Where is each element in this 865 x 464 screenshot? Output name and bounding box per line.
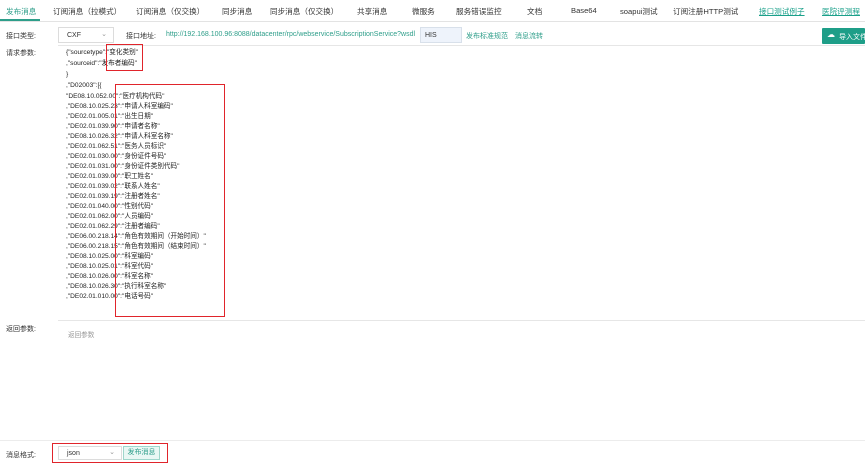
message-format-value: json	[67, 450, 80, 457]
tab-shared-message[interactable]: 共享消息	[357, 6, 387, 17]
tab-sync-exchange[interactable]: 同步消息（仅交换）	[270, 6, 338, 17]
tab-microservice[interactable]: 微服务	[412, 6, 435, 17]
active-tab-indicator	[0, 19, 40, 21]
interface-address-url[interactable]: http://192.168.100.96:8088/datacenter/rp…	[166, 31, 415, 38]
spec-link[interactable]: 发布标准规范	[466, 31, 508, 41]
tab-base64[interactable]: Base64	[571, 6, 597, 15]
response-params-textarea[interactable]: 返回参数	[58, 320, 865, 436]
tab-subscribe-exchange[interactable]: 订阅消息（仅交换）	[136, 6, 204, 17]
his-input[interactable]	[420, 27, 462, 43]
request-params-label: 请求参数:	[6, 50, 36, 57]
bottom-divider	[0, 440, 865, 441]
interface-type-select[interactable]: CXF ⌄	[58, 27, 114, 43]
import-file-label: 导入文件	[839, 34, 865, 41]
tab-interface-test-example[interactable]: 接口测试例子	[759, 6, 805, 17]
code-line: }	[66, 71, 69, 78]
message-format-select[interactable]: json ⌄	[58, 446, 122, 460]
chevron-down-icon: ⌄	[109, 449, 115, 456]
chevron-down-icon: ⌄	[101, 31, 107, 38]
tab-error-monitor[interactable]: 服务错误监控	[456, 6, 502, 17]
response-params-label: 返回参数:	[6, 326, 36, 333]
message-flow-link[interactable]: 消息流转	[515, 31, 543, 41]
interface-type-value: CXF	[67, 32, 81, 39]
tab-hospital-eval[interactable]: 医院评测程	[822, 6, 860, 17]
highlight-box-source	[106, 44, 143, 71]
message-format-label: 消息格式:	[6, 452, 36, 459]
tab-http-subscribe-test[interactable]: 订阅注册HTTP测试	[673, 6, 738, 17]
highlight-box-fields	[115, 84, 225, 317]
publish-message-button[interactable]: 发布消息	[123, 446, 160, 460]
tab-bar: 发布消息 订阅消息（拉模式） 订阅消息（仅交换） 同步消息 同步消息（仅交换） …	[0, 0, 865, 22]
response-placeholder: 返回参数	[68, 332, 95, 339]
cloud-upload-icon: ☁	[827, 30, 835, 39]
code-line: ,"D02003":[{	[66, 82, 102, 89]
tab-soapui-test[interactable]: soapui测试	[620, 6, 658, 17]
tab-publish-message[interactable]: 发布消息	[6, 6, 36, 17]
import-file-button[interactable]: ☁ 导入文件	[822, 28, 865, 44]
tab-sync-message[interactable]: 同步消息	[222, 6, 252, 17]
interface-address-label: 接口地址:	[126, 33, 156, 40]
tab-docs[interactable]: 文档	[527, 6, 542, 17]
interface-type-label: 接口类型:	[6, 33, 36, 40]
tab-subscribe-pull[interactable]: 订阅消息（拉模式）	[53, 6, 121, 17]
